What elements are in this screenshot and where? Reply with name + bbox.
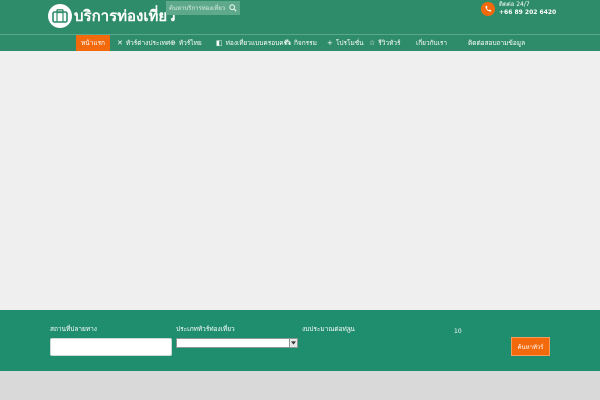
destination-input[interactable]: [50, 338, 172, 356]
globe-icon: ⊕: [170, 39, 176, 47]
nav-item-label: โปรโมชั่น: [335, 39, 364, 47]
suitcase-icon: [48, 4, 72, 28]
tour-type-select[interactable]: [176, 338, 298, 348]
search-icon[interactable]: [226, 1, 240, 15]
main-nav: หน้าแรก ✕ ทัวร์ต่างประเทศ ⊕ ทัวร์ไทย ◧ ท…: [0, 34, 600, 51]
sitemap-icon: ⁂: [284, 39, 291, 47]
nav-item-international-tours[interactable]: ✕ ทัวร์ต่างประเทศ: [117, 35, 170, 51]
nav-item-thai-tours[interactable]: ⊕ ทัวร์ไทย: [170, 35, 202, 51]
nav-item-label: กิจกรรม: [294, 39, 317, 47]
star-icon: ☆: [369, 39, 376, 47]
site-header: บริการท่องเที่ยว ติดต่อ 24/7 +66 89 202 …: [0, 0, 600, 34]
search-tours-button[interactable]: ค้นหาทัวร์: [511, 337, 550, 356]
plane-icon: ✕: [117, 39, 123, 47]
nav-item-label: ติดต่อสอบถามข้อมูล: [468, 39, 526, 47]
plus-icon: +: [327, 39, 333, 47]
tour-type-label: ประเภททัวร์ท่องเที่ยว: [176, 325, 235, 333]
nav-item-reviews[interactable]: ☆ รีวิวทัวร์: [369, 35, 401, 51]
nav-item-about[interactable]: เกี่ยวกับเรา: [416, 35, 447, 51]
nav-item-label: ท่องเที่ยวแบบครอบครัว: [225, 39, 291, 47]
tour-search-bar: สถานที่ปลายทาง ประเภททัวร์ท่องเที่ยว งบป…: [0, 310, 600, 371]
budget-max: 10: [454, 328, 462, 335]
hero-banner-area: [0, 51, 600, 310]
search-input[interactable]: [166, 1, 226, 15]
nav-item-promotions[interactable]: + โปรโมชั่น: [327, 35, 364, 51]
contact-label: ติดต่อ 24/7: [499, 1, 530, 8]
search-tours-button-label: ค้นหาทัวร์: [517, 343, 544, 351]
contact-info: ติดต่อ 24/7 +66 89 202 6420: [481, 1, 556, 17]
nav-item-label: รีวิวทัวร์: [378, 39, 401, 47]
destination-label: สถานที่ปลายทาง: [50, 325, 97, 333]
nav-item-label: ทัวร์ต่างประเทศ: [125, 39, 171, 47]
phone-icon: [481, 2, 495, 16]
contact-phone[interactable]: +66 89 202 6420: [499, 9, 556, 17]
chevron-down-icon: [289, 339, 297, 347]
nav-item-home[interactable]: หน้าแรก: [76, 35, 110, 51]
budget-min: 0: [347, 328, 351, 335]
bookmark-icon: ◧: [216, 39, 223, 47]
header-search: [166, 1, 240, 15]
nav-item-label: เกี่ยวกับเรา: [416, 39, 448, 47]
nav-item-label: ทัวร์ไทย: [178, 39, 202, 47]
footer-strip: [0, 371, 600, 400]
logo-text: บริการท่องเที่ยว: [74, 7, 176, 25]
nav-item-family-travel[interactable]: ◧ ท่องเที่ยวแบบครอบครัว: [216, 35, 291, 51]
nav-item-activities[interactable]: ⁂ กิจกรรม: [284, 35, 317, 51]
nav-item-label: หน้าแรก: [81, 39, 105, 47]
site-logo[interactable]: บริการท่องเที่ยว: [48, 3, 176, 29]
nav-item-contact[interactable]: ติดต่อสอบถามข้อมูล: [468, 35, 525, 51]
